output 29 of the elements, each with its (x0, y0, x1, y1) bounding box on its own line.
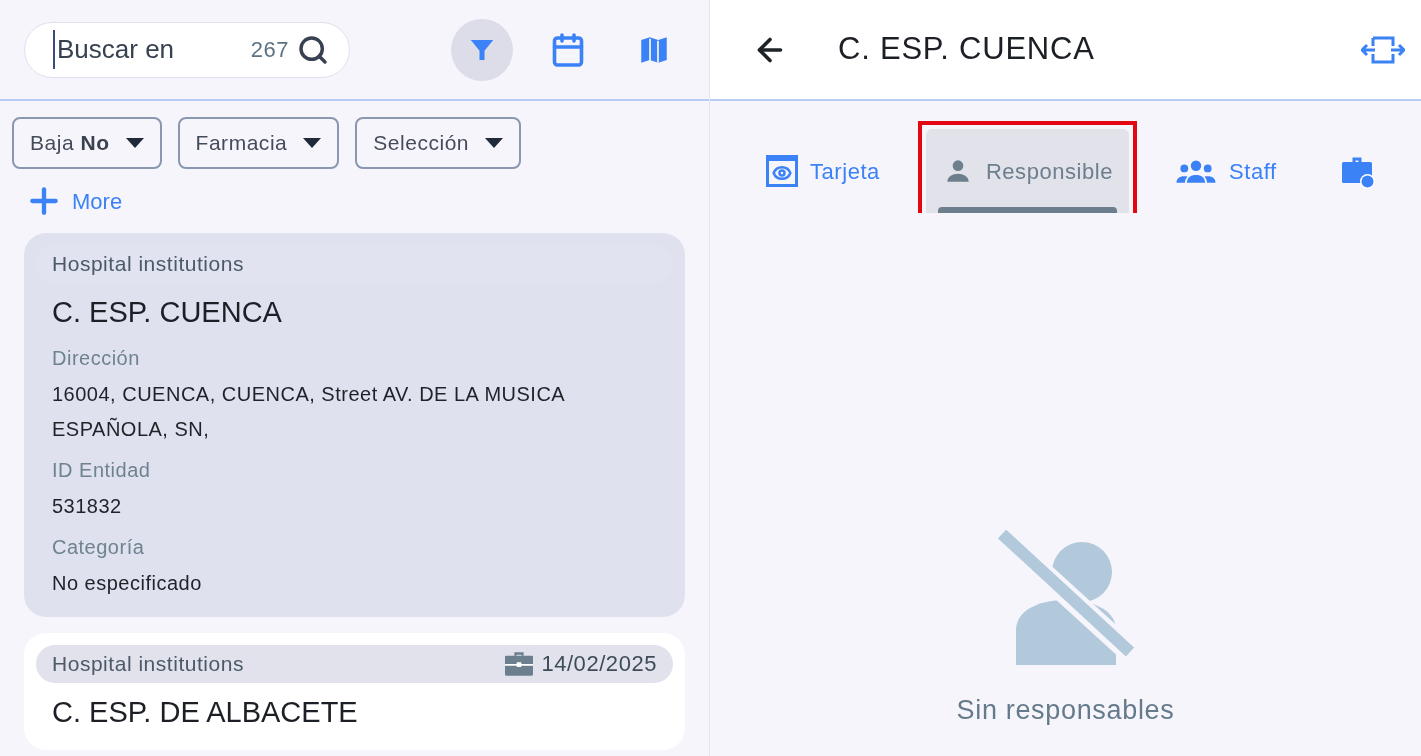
caret-icon (125, 138, 144, 148)
date-label: 14/02/2025 (541, 650, 657, 678)
filter-dropdown[interactable]: Baja No (12, 117, 162, 169)
group-icon (1175, 158, 1218, 184)
category-label: Hospital institutions (52, 650, 244, 677)
search-bar[interactable]: Buscar en 267 (24, 21, 350, 78)
institution-card[interactable]: Hospital institutions 14/02/2025 C. ESP. DE ALBACETE (24, 632, 685, 750)
field-label: ID Entidad (52, 457, 152, 483)
field-value: No especificado (52, 570, 203, 596)
empty-message: Sin responsables (956, 693, 1175, 727)
result-count: 267 (250, 36, 289, 64)
calendar-icon (550, 31, 586, 68)
institution-name: C. ESP. CUENCA (51, 295, 283, 330)
briefcase-icon (505, 651, 534, 676)
search-field[interactable]: Buscar en (53, 30, 243, 69)
institution-name: C. ESP. DE ALBACETE (51, 694, 359, 730)
eye-card-icon (766, 155, 798, 187)
caret-icon (303, 138, 322, 148)
field-label: Categoría (52, 534, 146, 560)
filter-dropdown[interactable]: Selección (355, 117, 522, 169)
caret-icon (485, 138, 504, 148)
filter-dropdown[interactable]: Farmacia (177, 117, 340, 169)
institution-card[interactable]: Hospital institutions C. ESP. CUENCA Dirección 16004, CUENCA, CUENCA, Street AV. DE LA MUSICA ESPAÑOLA, SN, ID Entidad 531832 Categoría No especificado (24, 233, 685, 617)
field-label: Dirección (52, 345, 141, 371)
search-icon (297, 33, 329, 66)
field-value: 16004, CUENCA, CUENCA, Street AV. DE LA MUSICA ESPAÑOLA, SN, (52, 381, 566, 442)
category-label: Hospital institutions (52, 251, 244, 278)
detail-title: C. ESP. CUENCA (838, 30, 1095, 69)
field-value: 531832 (52, 493, 123, 519)
